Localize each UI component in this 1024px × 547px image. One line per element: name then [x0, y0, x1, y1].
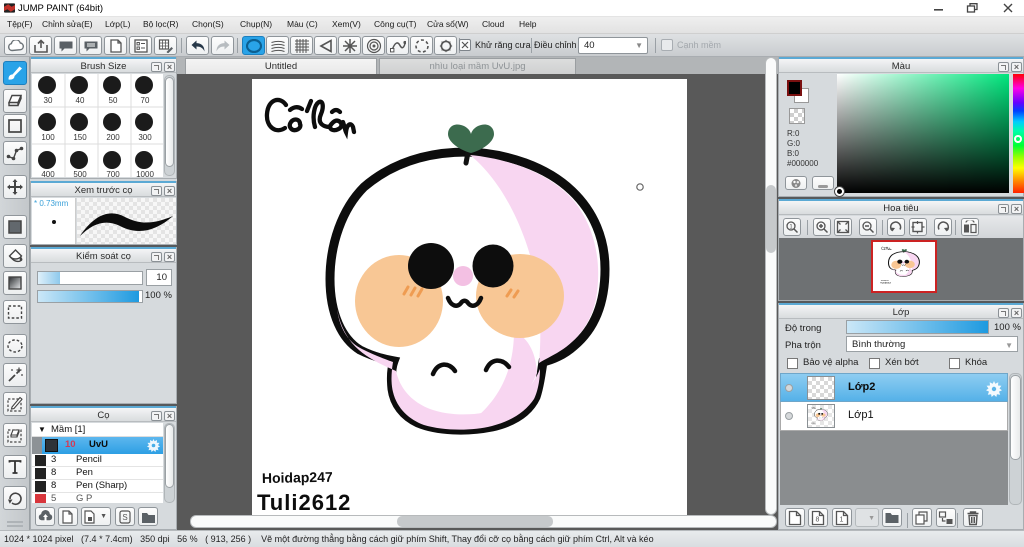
- svg-text:8: 8: [816, 516, 820, 523]
- svg-text:400: 400: [41, 170, 55, 177]
- svg-text:500: 500: [73, 170, 87, 177]
- svg-text:Hoidap247: Hoidap247: [262, 469, 333, 486]
- svg-text:150: 150: [73, 133, 87, 142]
- svg-text:700: 700: [106, 170, 120, 177]
- svg-text:50: 50: [109, 96, 118, 105]
- svg-text:40: 40: [76, 96, 85, 105]
- svg-text:1: 1: [840, 516, 844, 523]
- svg-text:300: 300: [138, 133, 152, 142]
- svg-text:70: 70: [141, 96, 150, 105]
- svg-text:100: 100: [41, 133, 55, 142]
- svg-text:200: 200: [106, 133, 120, 142]
- svg-text:1000: 1000: [136, 170, 154, 177]
- svg-text:S: S: [122, 513, 127, 522]
- svg-text:30: 30: [44, 96, 53, 105]
- svg-text:Tuli2612: Tuli2612: [257, 490, 351, 515]
